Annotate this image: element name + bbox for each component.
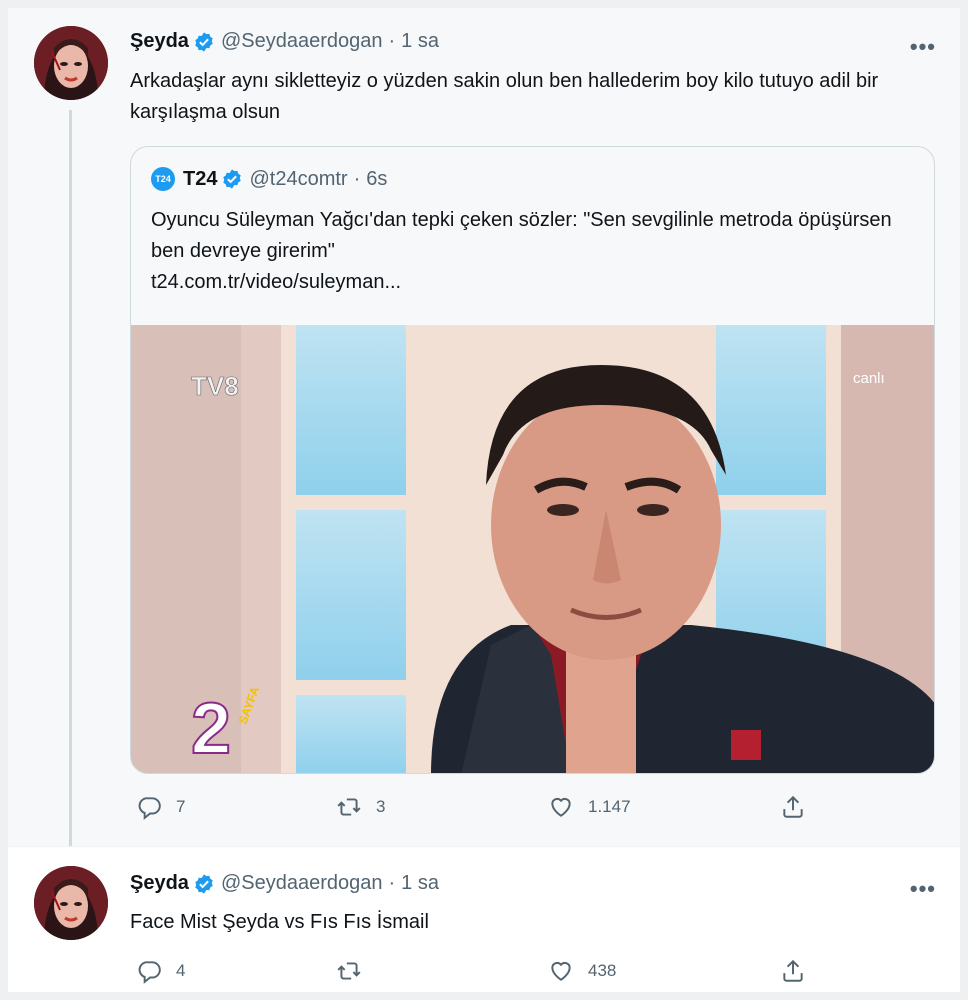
timeline: Şeyda @Seydaaerdogan · 1 sa ••• Arkadaşl… — [8, 8, 960, 992]
retweet-count: 3 — [376, 797, 386, 816]
display-name[interactable]: Şeyda — [130, 872, 189, 895]
quoted-display-name[interactable]: T24 — [183, 168, 217, 191]
display-name[interactable]: Şeyda — [130, 30, 189, 53]
more-icon[interactable]: ••• — [910, 34, 936, 60]
timestamp[interactable]: 1 sa — [401, 872, 439, 895]
avatar[interactable] — [34, 26, 108, 100]
tweet-text: Arkadaşlar aynı sikletteyiz o yüzden sak… — [130, 70, 879, 123]
like-button[interactable]: 438 — [548, 958, 616, 984]
video-thumbnail[interactable]: TV8 canlı 2 SAYFA — [131, 325, 934, 773]
quoted-tweet-text: Oyuncu Süleyman Yağcı'dan tepki çeken sö… — [151, 209, 892, 262]
tweet-text: Face Mist Şeyda vs Fıs Fıs İsmail — [130, 911, 429, 933]
share-button[interactable] — [780, 958, 820, 984]
retweet-button[interactable]: 3 — [336, 794, 385, 820]
retweet-button[interactable] — [336, 958, 376, 984]
separator: · — [388, 872, 396, 894]
quoted-tweet-header: T24 T24 @t24comtr · 6s — [151, 167, 387, 191]
live-label: canlı — [853, 370, 885, 387]
show-logo-number: 2 — [191, 689, 231, 769]
more-icon[interactable]: ••• — [910, 876, 936, 902]
separator: · — [353, 167, 361, 190]
user-handle[interactable]: @Seydaaerdogan — [221, 872, 383, 895]
quoted-user-handle[interactable]: @t24comtr — [249, 168, 347, 191]
verified-badge-icon — [223, 169, 242, 189]
thread-line — [69, 110, 72, 888]
reply-count: 4 — [176, 961, 186, 980]
tweet-header: Şeyda @Seydaaerdogan · 1 sa — [130, 30, 439, 53]
like-icon — [551, 797, 571, 817]
verified-badge-icon — [195, 31, 213, 52]
like-count: 1.147 — [588, 797, 631, 816]
tweet-divider — [8, 846, 960, 854]
reply-button[interactable]: 7 — [136, 794, 185, 820]
user-handle[interactable]: @Seydaaerdogan — [221, 30, 383, 53]
retweet-icon — [337, 962, 361, 980]
verified-badge-icon — [195, 873, 213, 894]
tweet[interactable]: Şeyda @Seydaaerdogan · 1 sa ••• Arkadaşl… — [8, 8, 960, 888]
tweet-actions: 7 3 1.147 — [130, 794, 830, 824]
reply-icon — [138, 961, 161, 984]
reply-count: 7 — [176, 797, 186, 816]
tweet-header: Şeyda @Seydaaerdogan · 1 sa — [130, 872, 439, 895]
quoted-tweet-link[interactable]: t24.com.tr/video/suleyman... — [151, 267, 401, 298]
avatar[interactable] — [34, 866, 108, 940]
like-icon — [551, 961, 571, 981]
like-button[interactable]: 1.147 — [548, 794, 631, 820]
tweet[interactable]: Şeyda @Seydaaerdogan · 1 sa ••• Face Mis… — [8, 854, 960, 992]
share-icon — [783, 959, 803, 982]
share-icon — [783, 795, 803, 818]
retweet-icon — [337, 798, 361, 816]
t24-avatar[interactable]: T24 — [151, 167, 175, 191]
quoted-timestamp[interactable]: 6s — [366, 168, 387, 191]
tweet-actions: 4 438 — [130, 958, 830, 988]
channel-logo: TV8 — [191, 371, 239, 401]
reply-button[interactable]: 4 — [136, 958, 185, 984]
quoted-tweet[interactable]: T24 T24 @t24comtr · 6s Oyuncu Süleyman Y… — [130, 146, 935, 774]
timestamp[interactable]: 1 sa — [401, 30, 439, 53]
like-count: 438 — [588, 961, 617, 980]
reply-icon — [138, 797, 161, 820]
separator: · — [388, 30, 396, 52]
share-button[interactable] — [780, 794, 820, 820]
